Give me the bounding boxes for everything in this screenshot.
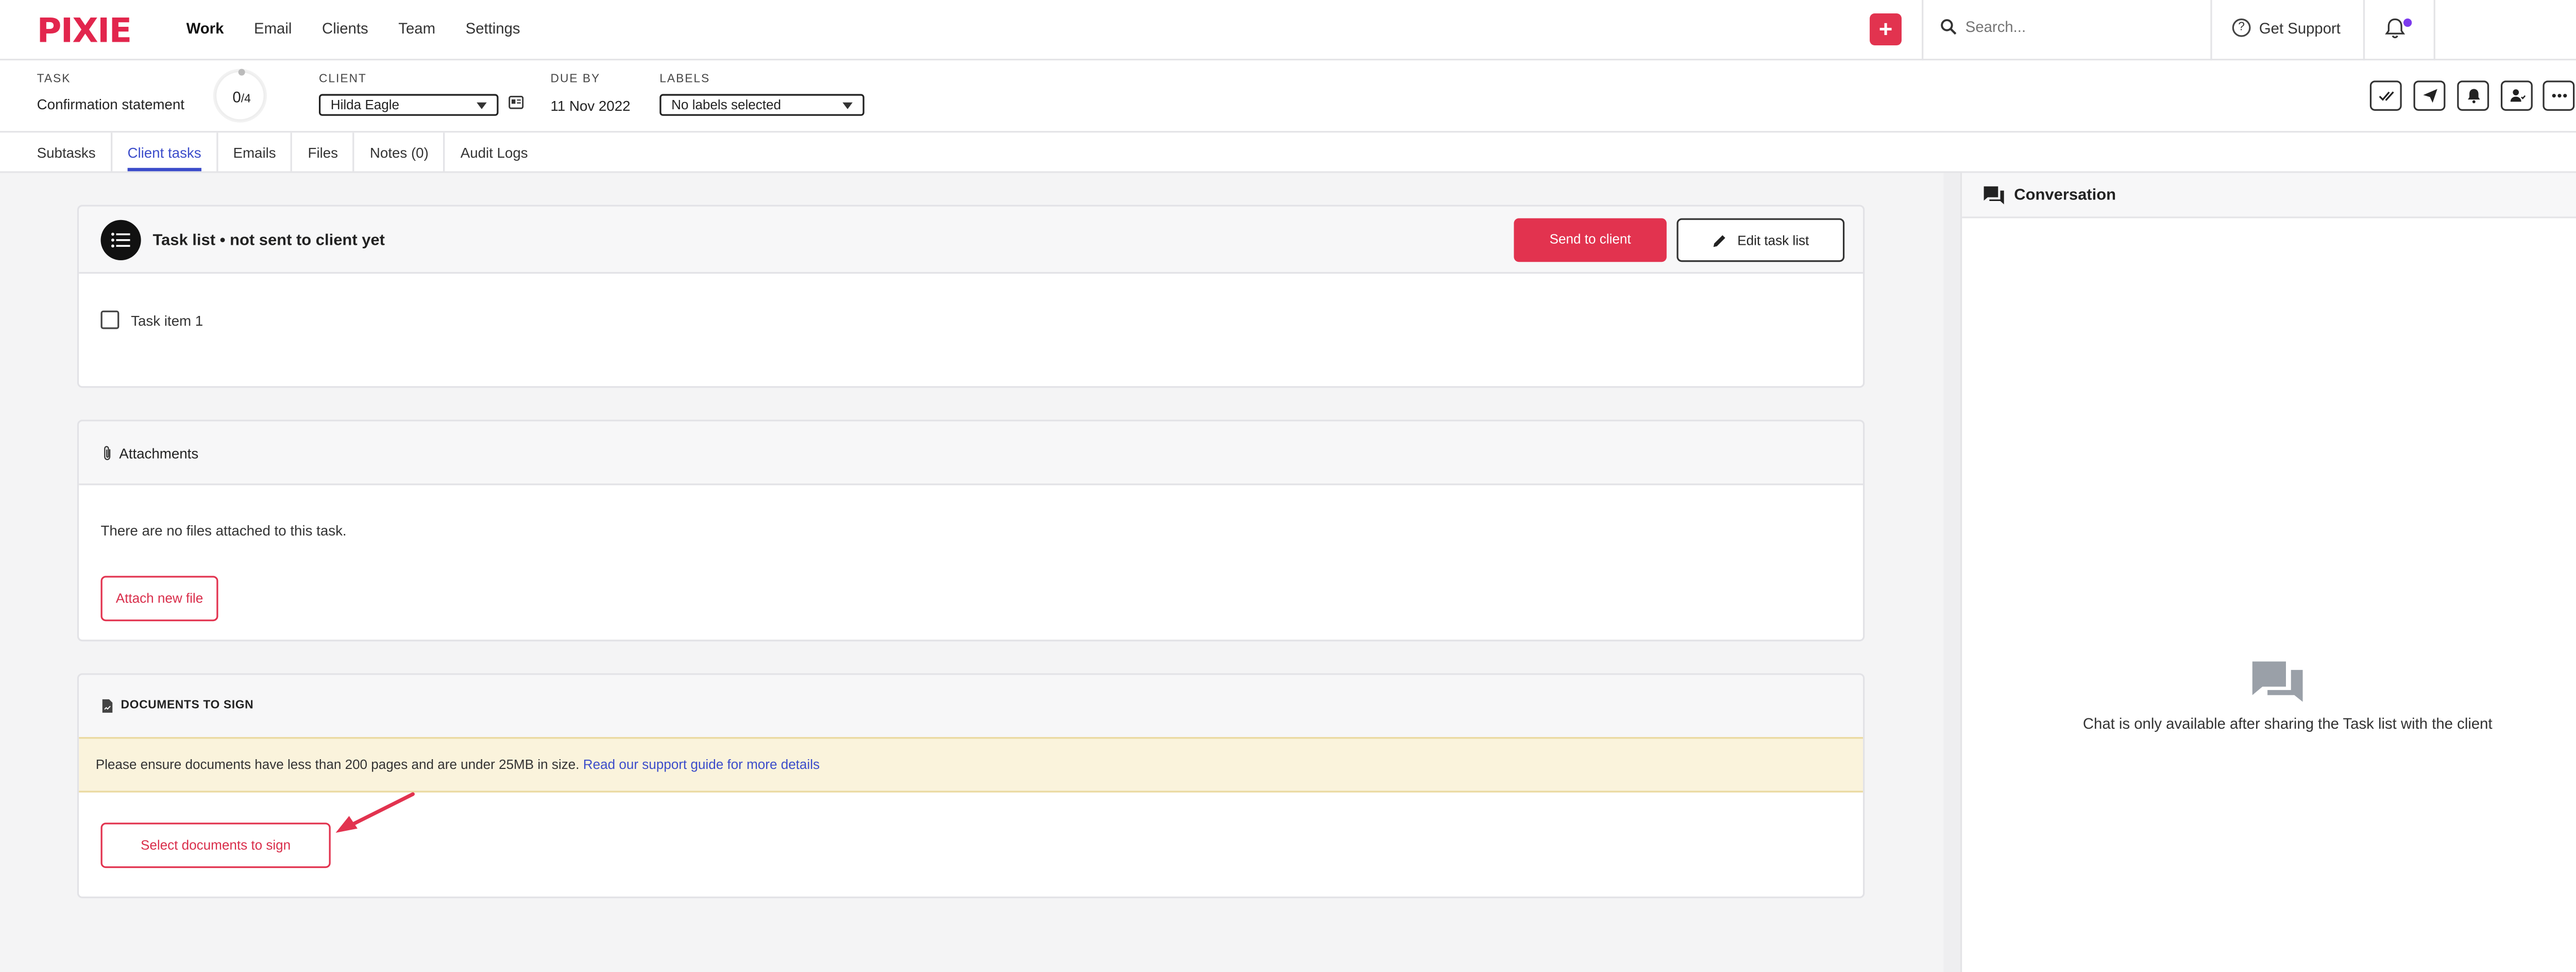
attachments-header: Attachments (79, 421, 1863, 485)
client-value: Hilda Eagle (330, 97, 400, 113)
chevron-down-icon (842, 102, 853, 109)
no-files-text: There are no files attached to this task… (100, 522, 347, 539)
due-date[interactable]: 11 Nov 2022 (551, 97, 631, 114)
edit-task-list-label: Edit task list (1737, 232, 1809, 248)
tab-notes[interactable]: Notes (0) (355, 132, 446, 173)
documents-header: DOCUMENTS TO SIGN (79, 675, 1863, 738)
conversation-panel: Conversation Chat is only available afte… (1960, 173, 2576, 972)
task-list-card: Task list • not sent to client yet Send … (77, 205, 1865, 388)
attachments-title: Attachments (119, 445, 199, 462)
task-item-checkbox[interactable] (100, 310, 120, 329)
documents-title: DOCUMENTS TO SIGN (121, 700, 254, 712)
nav-team[interactable]: Team (398, 20, 435, 37)
task-tabs: Subtasks Client tasks Emails Files Notes… (0, 132, 2576, 173)
task-list-header: Task list • not sent to client yet Send … (79, 206, 1863, 274)
nav-work[interactable]: Work (187, 20, 224, 37)
progress-text: 0/4 (232, 89, 251, 106)
task-list-title: Task list • not sent to client yet (152, 231, 385, 250)
assign-user-button[interactable] (2500, 80, 2533, 111)
client-select[interactable]: Hilda Eagle (318, 94, 499, 116)
nav-divider (2210, 0, 2212, 61)
help-icon: ? (2232, 18, 2251, 37)
conversation-title: Conversation (2014, 186, 2116, 205)
notifications-button[interactable] (2383, 17, 2412, 49)
id-card-icon[interactable] (509, 95, 524, 109)
arrow-icon (335, 792, 415, 833)
notification-dot (2403, 18, 2412, 27)
client-label: CLIENT (318, 74, 367, 86)
chat-icon (1984, 186, 2004, 205)
assign-user-icon (2510, 89, 2525, 102)
bell-icon (2467, 89, 2479, 104)
send-icon (2422, 89, 2437, 103)
nav-settings[interactable]: Settings (466, 20, 520, 37)
nav-divider (1922, 0, 1924, 61)
search-bar[interactable] (1940, 18, 2200, 36)
notice-text: Please ensure documents have less than 2… (95, 757, 580, 773)
tab-emails[interactable]: Emails (218, 132, 293, 173)
progress-dot (238, 69, 245, 76)
labels-label: LABELS (659, 74, 710, 86)
attachments-title-row: Attachments (100, 445, 198, 462)
double-check-icon (2378, 91, 2394, 101)
support-guide-link[interactable]: Read our support guide for more details (583, 757, 820, 772)
due-label: DUE BY (550, 74, 601, 86)
nav-divider (2433, 0, 2435, 61)
tab-audit-logs[interactable]: Audit Logs (445, 132, 543, 173)
task-progress: 0/4 (214, 69, 265, 121)
more-icon (2551, 94, 2566, 98)
tab-client-tasks[interactable]: Client tasks (112, 132, 218, 173)
bell-icon (2385, 18, 2405, 39)
nav-clients[interactable]: Clients (322, 20, 368, 37)
documents-to-sign-card: DOCUMENTS TO SIGN Please ensure document… (77, 673, 1865, 898)
main-nav: Work Email Clients Team Settings (187, 20, 551, 37)
task-item-label: Task item 1 (131, 312, 204, 329)
pixie-logo[interactable]: PIXIE (37, 10, 132, 51)
panel-gutter (1943, 173, 1960, 972)
tab-files[interactable]: Files (293, 132, 355, 173)
app-frame: PIXIE Work Email Clients Team Settings +… (0, 0, 2576, 972)
reminder-button[interactable] (2457, 80, 2489, 111)
send-to-client-button[interactable]: Send to client (1514, 218, 1667, 262)
document-size-notice: Please ensure documents have less than 2… (79, 737, 1863, 793)
send-button[interactable] (2413, 80, 2446, 111)
document-sign-icon (102, 699, 113, 713)
labels-select[interactable]: No labels selected (659, 94, 865, 116)
get-support-link[interactable]: ? Get Support (2232, 18, 2341, 37)
select-documents-button[interactable]: Select documents to sign (100, 823, 331, 868)
chevron-down-icon (477, 102, 487, 109)
top-navbar: PIXIE Work Email Clients Team Settings +… (0, 0, 2576, 61)
chat-empty-icon (2252, 661, 2303, 702)
search-input[interactable] (1965, 18, 2200, 36)
list-icon (100, 220, 141, 260)
conversation-empty-text: Chat is only available after sharing the… (2082, 715, 2493, 732)
edit-task-list-button[interactable]: Edit task list (1676, 218, 1845, 262)
search-icon (1941, 19, 1957, 35)
attachments-card: Attachments There are no files attached … (77, 420, 1865, 642)
task-label: TASK (37, 74, 71, 86)
nav-divider (2363, 0, 2365, 61)
documents-title-row: DOCUMENTS TO SIGN (100, 698, 253, 713)
labels-value: No labels selected (671, 97, 782, 113)
conversation-header: Conversation (1962, 173, 2576, 219)
support-label: Get Support (2259, 19, 2341, 37)
task-name: Confirmation statement (37, 95, 184, 113)
pencil-icon (1714, 234, 1726, 246)
create-new-button[interactable]: + (1870, 13, 1902, 45)
nav-email[interactable]: Email (254, 20, 292, 37)
paperclip-icon (104, 446, 111, 460)
tab-subtasks[interactable]: Subtasks (0, 132, 113, 173)
mark-complete-button[interactable] (2369, 80, 2402, 111)
more-options-button[interactable] (2543, 80, 2575, 111)
attach-new-file-button[interactable]: Attach new file (100, 576, 218, 622)
